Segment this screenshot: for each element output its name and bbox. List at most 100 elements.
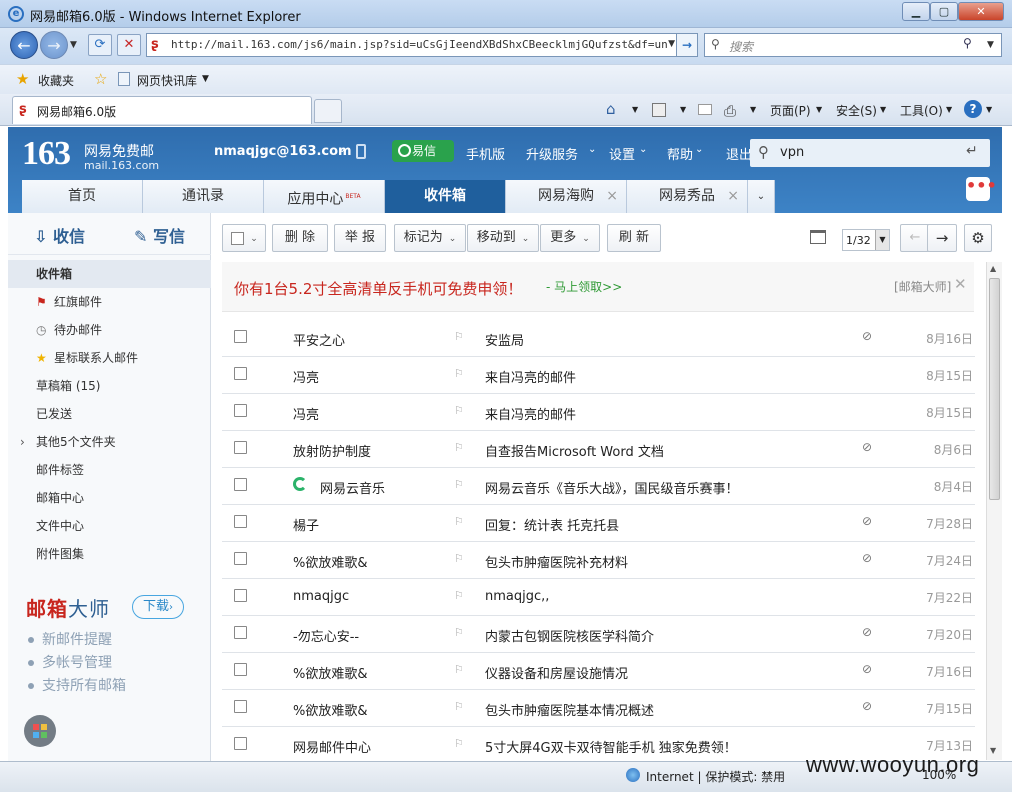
row-checkbox[interactable]: [234, 589, 247, 602]
refresh-button[interactable]: 刷 新: [607, 224, 661, 252]
link-help[interactable]: 帮助: [667, 144, 693, 163]
help-icon[interactable]: ?: [964, 100, 982, 118]
mobile-icon[interactable]: [356, 144, 366, 159]
expand-chevron-icon[interactable]: ›: [20, 428, 25, 456]
mail-search-input[interactable]: vpn: [780, 145, 804, 160]
page-menu[interactable]: 页面(P): [770, 102, 811, 119]
row-checkbox[interactable]: [234, 552, 247, 565]
folder-sent[interactable]: 已发送: [8, 400, 211, 428]
attachment-gallery[interactable]: 附件图集: [8, 540, 211, 568]
flag-icon[interactable]: ⚐: [454, 552, 464, 565]
address-url[interactable]: http://mail.163.com/js6/main.jsp?sid=uCs…: [171, 38, 668, 51]
tab-contacts[interactable]: 通讯录: [143, 180, 264, 213]
banner-link[interactable]: - 马上领取>>: [546, 278, 622, 295]
back-button[interactable]: ←: [10, 31, 38, 59]
quicklib-dropdown-icon[interactable]: ▼: [202, 74, 209, 84]
mail-from[interactable]: 冯亮: [293, 404, 319, 423]
close-tab-xiupin-icon[interactable]: ×: [727, 180, 739, 213]
settings-gear-icon[interactable]: ⚙: [964, 224, 992, 252]
link-settings[interactable]: 设置: [609, 144, 635, 163]
flag-icon[interactable]: ⚐: [454, 700, 464, 713]
search-enter-icon[interactable]: ↵: [966, 143, 978, 159]
mail-subject[interactable]: 网易云音乐《音乐大战》，国民级音乐赛事！: [485, 478, 739, 497]
mail-tags[interactable]: 邮件标签: [8, 456, 211, 484]
banner-close-icon[interactable]: ✕: [954, 275, 967, 293]
mail-from[interactable]: 放射防护制度: [293, 441, 371, 460]
mail-subject[interactable]: 仪器设备和房屋设施情况: [485, 663, 628, 682]
flag-icon[interactable]: ⚐: [454, 404, 464, 417]
link-logout[interactable]: 退出: [726, 144, 752, 163]
flag-icon[interactable]: ⚐: [454, 515, 464, 528]
row-checkbox[interactable]: [234, 700, 247, 713]
select-all-checkbox[interactable]: ⌄: [222, 224, 266, 252]
link-mobile-version[interactable]: 手机版: [466, 144, 505, 163]
mail-row[interactable]: %欲放难歌& ⚐ 包头市肿瘤医院补充材料 ⊘ 7月24日: [222, 542, 975, 579]
stop-icon[interactable]: ✕: [117, 34, 141, 56]
promo-download-button[interactable]: 下载›: [132, 595, 184, 619]
tab-app-center[interactable]: 应用中心 BETA: [264, 180, 385, 213]
account-dropdown-icon[interactable]: ⌄: [338, 144, 346, 155]
row-checkbox[interactable]: [234, 515, 247, 528]
feeds-icon[interactable]: [652, 103, 666, 117]
mail-from[interactable]: %欲放难歌&: [293, 663, 368, 682]
flag-icon[interactable]: ⚐: [454, 737, 464, 750]
flag-icon[interactable]: ⚐: [454, 367, 464, 380]
mail-search-box[interactable]: ⚲ vpn ↵: [750, 139, 990, 167]
mail-row[interactable]: 平安之心 ⚐ 安监局 ⊘ 8月16日: [222, 320, 975, 357]
yixin-button[interactable]: 易信: [392, 140, 454, 162]
folder-inbox[interactable]: 收件箱: [8, 260, 211, 288]
mail-from[interactable]: -勿忘心安--: [293, 626, 359, 645]
maximize-button[interactable]: ▢: [930, 2, 958, 21]
next-page-button[interactable]: →: [927, 224, 957, 252]
settings-dropdown-icon[interactable]: ⌄: [639, 144, 647, 155]
file-center[interactable]: 文件中心: [8, 512, 211, 540]
calendar-icon[interactable]: [810, 230, 826, 244]
row-checkbox[interactable]: [234, 478, 247, 491]
mail-row[interactable]: -勿忘心安-- ⚐ 内蒙古包钢医院核医学科简介 ⊘ 7月20日: [222, 616, 975, 653]
refresh-icon[interactable]: ⟳: [88, 34, 112, 56]
mail-from[interactable]: 网易邮件中心: [293, 737, 371, 756]
home-icon[interactable]: ⌂: [606, 100, 616, 118]
mail-from[interactable]: 冯亮: [293, 367, 319, 386]
logo-163[interactable]: 163: [22, 135, 71, 173]
address-bar[interactable]: ʂ http://mail.163.com/js6/main.jsp?sid=u…: [146, 33, 698, 57]
banner-text[interactable]: 你有1台5.2寸全高清单反手机可免费申领！: [234, 278, 522, 299]
browser-tab-active[interactable]: ʂ 网易邮箱6.0版: [12, 96, 312, 124]
go-button[interactable]: →: [676, 33, 698, 57]
flag-icon[interactable]: ⚐: [454, 478, 464, 491]
page-menu-dropdown-icon[interactable]: ▼: [816, 105, 822, 114]
mail-row[interactable]: 冯亮 ⚐ 来自冯亮的邮件 8月15日: [222, 357, 975, 394]
scroll-down-icon[interactable]: ▼: [990, 746, 996, 755]
tools-menu-dropdown-icon[interactable]: ▼: [946, 105, 952, 114]
mark-as-button[interactable]: 标记为 ⌄: [394, 224, 466, 252]
mail-row[interactable]: %欲放难歌& ⚐ 包头市肿瘤医院基本情况概述 ⊘ 7月15日: [222, 690, 975, 727]
account-name[interactable]: nmaqjgc@163.com: [214, 144, 352, 159]
print-icon[interactable]: ⎙: [724, 102, 736, 120]
safety-menu-dropdown-icon[interactable]: ▼: [880, 105, 886, 114]
row-checkbox[interactable]: [234, 330, 247, 343]
mail-subject[interactable]: 包头市肿瘤医院基本情况概述: [485, 700, 654, 719]
mail-subject[interactable]: nmaqjgc,,: [485, 589, 549, 604]
row-checkbox[interactable]: [234, 737, 247, 750]
print-dropdown-icon[interactable]: ▼: [750, 105, 756, 114]
mail-subject[interactable]: 5寸大屏4G双卡双待智能手机 独家免费领！: [485, 737, 737, 756]
tab-haigou[interactable]: 网易海购 ×: [506, 180, 627, 213]
mail-subject[interactable]: 内蒙古包钢医院核医学科简介: [485, 626, 654, 645]
new-tab-button[interactable]: [314, 99, 342, 123]
mail-row[interactable]: 冯亮 ⚐ 来自冯亮的邮件 8月15日: [222, 394, 975, 431]
quicklib-link[interactable]: 网页快讯库: [137, 72, 197, 89]
mail-from[interactable]: 平安之心: [293, 330, 345, 349]
folder-starred[interactable]: ★ 星标联系人邮件: [8, 344, 211, 372]
delete-button[interactable]: 删 除: [272, 224, 328, 252]
more-button[interactable]: 更多 ⌄: [540, 224, 600, 252]
mail-from[interactable]: %欲放难歌&: [293, 552, 368, 571]
move-to-button[interactable]: 移动到 ⌄: [467, 224, 539, 252]
mail-subject[interactable]: 自查报告Microsoft Word 文档: [485, 441, 664, 460]
folder-drafts[interactable]: 草稿箱 (15): [8, 372, 211, 400]
mail-subject[interactable]: 包头市肿瘤医院补充材料: [485, 552, 628, 571]
mailbox-center[interactable]: 邮箱中心: [8, 484, 211, 512]
mail-from[interactable]: 楊子: [293, 515, 319, 534]
mail-row[interactable]: nmaqjgc ⚐ nmaqjgc,, 7月22日: [222, 579, 975, 616]
row-checkbox[interactable]: [234, 404, 247, 417]
tab-inbox[interactable]: 收件箱: [385, 180, 506, 213]
